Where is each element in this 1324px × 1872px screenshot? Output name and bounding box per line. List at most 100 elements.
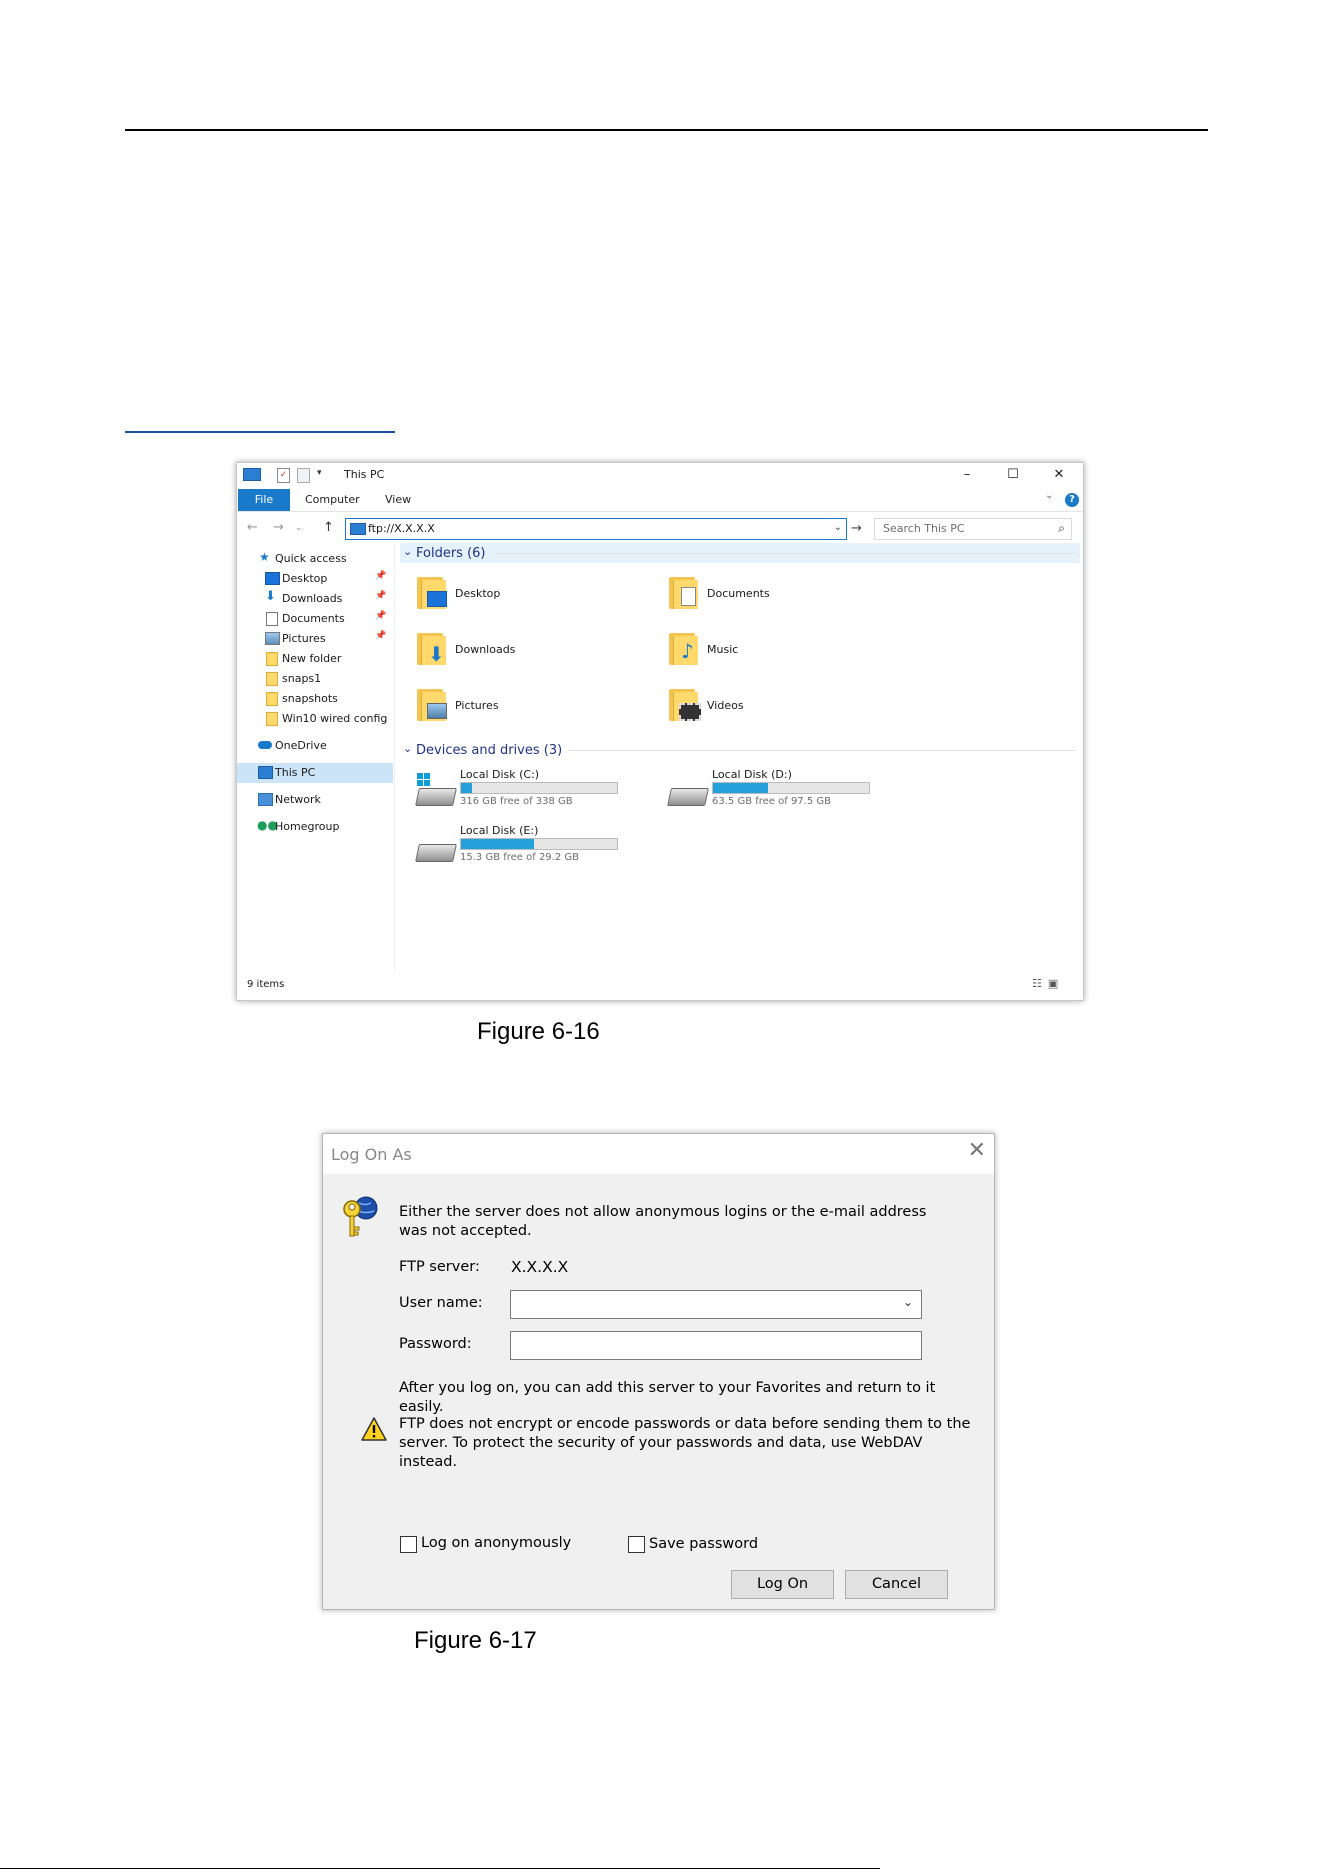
title-bar: ✓ ▾ This PC – ☐ ✕: [237, 463, 1083, 487]
tab-file[interactable]: File: [238, 489, 290, 511]
log-on-anonymously-checkbox[interactable]: [400, 1536, 417, 1553]
navigation-bar: ← → ⌄ ↑ ftp://X.X.X.X ⌄ → Search This PC…: [237, 517, 1083, 541]
pin-icon[interactable]: 📌: [375, 571, 386, 581]
sidebar-item-downloads[interactable]: ⬇ Downloads 📌: [237, 589, 393, 609]
pin-icon[interactable]: 📌: [375, 591, 386, 601]
drive-tile-d[interactable]: Local Disk (D:) 63.5 GB free of 97.5 GB: [667, 768, 889, 818]
search-box[interactable]: Search This PC ⌕: [874, 518, 1072, 540]
up-icon[interactable]: ↑: [323, 520, 334, 535]
sidebar-item-snapshots[interactable]: snapshots: [237, 689, 393, 709]
sidebar-item-documents[interactable]: Documents 📌: [237, 609, 393, 629]
sidebar-item-network[interactable]: Network: [237, 790, 393, 810]
tab-view[interactable]: View: [385, 489, 411, 511]
chevron-down-icon[interactable]: ⌄: [903, 1295, 913, 1309]
sidebar-item-desktop[interactable]: Desktop 📌: [237, 569, 393, 589]
sidebar-item-homegroup[interactable]: ●● Homegroup: [237, 817, 393, 837]
pin-icon[interactable]: 📌: [375, 611, 386, 621]
download-arrow-icon: ⬇: [428, 642, 445, 666]
status-item-count: 9 items: [247, 979, 285, 990]
this-pc-icon: [258, 766, 273, 779]
hard-drive-icon: [415, 788, 457, 806]
folder-tile-documents[interactable]: Documents: [669, 573, 869, 617]
address-bar[interactable]: ftp://X.X.X.X ⌄: [345, 518, 847, 540]
dialog-title-bar: Log On As ✕: [323, 1134, 994, 1174]
hard-drive-icon: [415, 844, 457, 862]
drive-name: Local Disk (C:): [460, 768, 540, 781]
pictures-icon: [427, 703, 447, 719]
recent-locations-icon[interactable]: ⌄: [295, 523, 303, 533]
page-header-rule: [125, 129, 1208, 131]
minimize-button[interactable]: –: [945, 463, 989, 487]
address-dropdown-icon[interactable]: ⌄: [834, 522, 842, 533]
sidebar-item-new-folder[interactable]: New folder: [237, 649, 393, 669]
file-explorer-window: ✓ ▾ This PC – ☐ ✕ File Computer View ⌄ ?…: [236, 462, 1084, 1001]
sidebar-item-this-pc[interactable]: This PC: [237, 763, 393, 783]
sidebar-label: Win10 wired config: [282, 712, 388, 725]
group-title: Devices and drives (3): [416, 743, 563, 758]
drive-free-space: 63.5 GB free of 97.5 GB: [712, 796, 831, 807]
chevron-down-icon[interactable]: ⌄: [403, 545, 412, 558]
log-on-anonymously-label[interactable]: Log on anonymously: [421, 1534, 571, 1553]
devices-group-header[interactable]: ⌄ Devices and drives (3): [400, 740, 1080, 760]
close-button[interactable]: ✕: [1037, 463, 1081, 487]
save-password-label[interactable]: Save password: [649, 1535, 758, 1554]
pin-icon[interactable]: 📌: [375, 631, 386, 641]
warning-icon: [361, 1417, 387, 1441]
go-arrow-icon[interactable]: →: [851, 521, 862, 536]
folder-tile-music[interactable]: ♪ Music: [669, 629, 869, 673]
this-pc-icon: [243, 468, 261, 481]
customize-qa-icon[interactable]: ▾: [317, 468, 322, 478]
sidebar-label: Pictures: [282, 632, 326, 645]
sidebar-label: snapshots: [282, 692, 338, 705]
folder-tile-downloads[interactable]: ⬇ Downloads: [417, 629, 617, 673]
back-icon[interactable]: ←: [247, 520, 258, 535]
properties-icon[interactable]: ✓: [277, 468, 290, 483]
password-label: Password:: [399, 1336, 472, 1352]
pc-icon: [350, 523, 366, 535]
drive-free-space: 316 GB free of 338 GB: [460, 796, 573, 807]
figure-caption: Figure 6-17: [414, 1627, 537, 1654]
sidebar-item-snaps1[interactable]: snaps1: [237, 669, 393, 689]
new-folder-icon[interactable]: [297, 468, 310, 483]
log-on-button[interactable]: Log On: [731, 1570, 834, 1599]
sidebar-item-win10-wired-config[interactable]: Win10 wired config: [237, 709, 393, 729]
folder-icon: [669, 689, 701, 721]
sidebar-item-onedrive[interactable]: OneDrive: [237, 736, 393, 756]
tab-computer[interactable]: Computer: [305, 489, 360, 511]
user-name-label: User name:: [399, 1295, 483, 1311]
close-icon[interactable]: ✕: [968, 1138, 986, 1163]
drive-usage-fill: [461, 839, 535, 849]
folders-group-header[interactable]: ⌄ Folders (6): [400, 543, 1080, 563]
user-name-combobox[interactable]: ⌄: [510, 1290, 922, 1319]
drive-name: Local Disk (E:): [460, 824, 539, 837]
star-icon: ★: [259, 550, 270, 564]
drive-tile-c[interactable]: Local Disk (C:) 316 GB free of 338 GB: [415, 768, 637, 818]
folder-label: Pictures: [455, 699, 499, 712]
maximize-button[interactable]: ☐: [991, 463, 1035, 487]
folder-label: Downloads: [455, 643, 516, 656]
search-icon[interactable]: ⌕: [1058, 521, 1065, 536]
help-icon[interactable]: ?: [1065, 493, 1079, 507]
search-placeholder[interactable]: Search This PC: [883, 522, 965, 535]
favorites-info-text: After you log on, you can add this serve…: [399, 1380, 936, 1415]
forward-icon[interactable]: →: [273, 520, 284, 535]
sidebar-item-quick-access[interactable]: ★ Quick access: [237, 549, 393, 569]
drive-free-space: 15.3 GB free of 29.2 GB: [460, 852, 579, 863]
view-toggle-icons[interactable]: ☷▣: [1032, 977, 1064, 990]
folder-tile-pictures[interactable]: Pictures: [417, 685, 617, 729]
sidebar-item-pictures[interactable]: Pictures 📌: [237, 629, 393, 649]
address-text[interactable]: ftp://X.X.X.X: [368, 522, 435, 535]
folder-tile-desktop[interactable]: Desktop: [417, 573, 617, 617]
folder-icon: [266, 652, 278, 666]
cancel-button[interactable]: Cancel: [845, 1570, 948, 1599]
pane-divider[interactable]: [394, 543, 395, 973]
save-password-checkbox[interactable]: [628, 1536, 645, 1553]
chevron-down-icon[interactable]: ⌄: [403, 742, 412, 755]
ribbon-tabs: File Computer View ⌄ ?: [237, 489, 1083, 512]
expand-ribbon-icon[interactable]: ⌄: [1045, 490, 1053, 501]
folder-tile-videos[interactable]: Videos: [669, 685, 869, 729]
password-field[interactable]: [510, 1331, 922, 1360]
folder-icon: [417, 689, 447, 721]
drive-tile-e[interactable]: Local Disk (E:) 15.3 GB free of 29.2 GB: [415, 824, 637, 874]
folder-icon: [669, 577, 699, 609]
